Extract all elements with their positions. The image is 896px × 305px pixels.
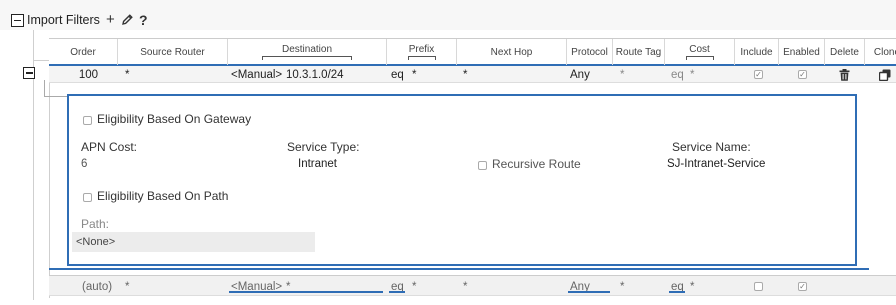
trash-icon[interactable] (839, 66, 850, 83)
new-route-tag[interactable]: * (620, 276, 624, 297)
service-type-label: Service Type: (287, 140, 360, 154)
recursive-route-checkbox[interactable] (478, 161, 487, 170)
prefix-op-underline (389, 291, 405, 293)
cell-protocol[interactable]: Any (570, 66, 590, 83)
cell-prefix-value[interactable]: * (412, 66, 416, 83)
enabled-checkbox-box[interactable] (798, 70, 807, 79)
path-eligibility-checkbox[interactable] (83, 193, 92, 202)
cell-route-tag[interactable]: * (620, 66, 624, 83)
col-delete[interactable]: Delete (825, 39, 865, 65)
col-destination[interactable]: Destination (228, 39, 387, 65)
apn-cost-value[interactable]: 6 (81, 158, 87, 170)
sort-indicator (262, 56, 352, 60)
path-value: <None> (76, 236, 116, 248)
cost-op-underline (669, 291, 685, 293)
new-include-checkbox-box[interactable] (754, 282, 763, 291)
tree-line (33, 60, 49, 61)
col-enabled[interactable]: Enabled (779, 39, 825, 65)
col-clone[interactable]: Clone (865, 39, 896, 65)
copy-icon[interactable] (879, 66, 891, 83)
col-protocol[interactable]: Protocol (567, 39, 613, 65)
path-label: Path: (81, 217, 110, 231)
cell-destination-value[interactable]: 10.3.1.0/24 (286, 66, 344, 83)
enabled-checkbox[interactable] (798, 66, 807, 83)
protocol-underline (568, 291, 610, 293)
new-order[interactable]: (auto) (82, 276, 112, 297)
table-row[interactable]: 100 * <Manual> 10.3.1.0/24 eq * * Any * … (49, 66, 896, 83)
cell-next-hop[interactable]: * (463, 66, 467, 83)
cell-source-router[interactable]: * (125, 66, 129, 83)
col-order[interactable]: Order (49, 39, 118, 65)
new-destination-value[interactable]: * (286, 276, 290, 297)
new-protocol[interactable]: Any (570, 276, 590, 297)
path-field[interactable]: <None> (72, 232, 315, 252)
help-icon[interactable]: ? (139, 12, 148, 28)
cell-destination-mode[interactable]: <Manual> (231, 66, 282, 83)
apn-cost-label: APN Cost: (81, 140, 138, 154)
tree-line (44, 80, 45, 97)
new-prefix-op[interactable]: eq (391, 276, 404, 297)
new-cost-op[interactable]: eq (671, 276, 684, 297)
new-next-hop[interactable]: * (463, 276, 467, 297)
col-include[interactable]: Include (735, 39, 779, 65)
gateway-eligibility-label: Eligibility Based On Gateway (97, 112, 252, 126)
pencil-icon[interactable] (121, 13, 134, 29)
collapse-row-button[interactable] (23, 67, 35, 79)
col-cost[interactable]: Cost (665, 39, 735, 65)
grid-header: Order Source Router Destination Prefix N… (49, 38, 896, 66)
new-filter-row[interactable]: (auto) * <Manual> * eq * * Any * eq * (49, 275, 896, 296)
service-name-value[interactable]: SJ-Intranet-Service (667, 158, 765, 170)
col-source-router[interactable]: Source Router (118, 39, 228, 65)
new-cost-value[interactable]: * (690, 276, 694, 297)
toolbar-band (0, 0, 896, 30)
new-prefix-value[interactable]: * (412, 276, 416, 297)
col-prefix[interactable]: Prefix (387, 39, 457, 65)
col-next-hop[interactable]: Next Hop (457, 39, 567, 65)
new-enabled-checkbox[interactable] (798, 276, 807, 297)
new-destination-mode[interactable]: <Manual> (231, 276, 282, 297)
row-detail-panel: Eligibility Based On Gateway APN Cost: 6… (67, 94, 857, 266)
new-include-checkbox[interactable] (754, 276, 763, 297)
section-title: Import Filters (27, 13, 100, 27)
plus-icon[interactable]: + (106, 12, 115, 27)
panel-bottom-accent (49, 268, 869, 270)
include-checkbox-box[interactable] (754, 70, 763, 79)
sort-indicator (407, 56, 436, 60)
service-name-label: Service Name: (672, 140, 751, 154)
new-source-router[interactable]: * (125, 276, 129, 297)
sort-indicator (685, 56, 714, 60)
service-type-value[interactable]: Intranet (298, 158, 337, 170)
gateway-eligibility-checkbox[interactable] (83, 116, 92, 125)
collapse-import-filters-button[interactable] (11, 14, 24, 27)
cell-cost-value[interactable]: * (690, 66, 694, 83)
include-checkbox[interactable] (754, 66, 763, 83)
col-route-tag[interactable]: Route Tag (613, 39, 665, 65)
path-eligibility-label: Eligibility Based On Path (97, 189, 229, 203)
tree-line (44, 96, 67, 97)
cell-prefix-op[interactable]: eq (391, 66, 404, 83)
cell-cost-op[interactable]: eq (671, 66, 684, 83)
cell-order[interactable]: 100 (49, 66, 118, 83)
recursive-route-label: Recursive Route (492, 157, 581, 171)
new-enabled-checkbox-box[interactable] (798, 282, 807, 291)
destination-underline (229, 291, 383, 293)
